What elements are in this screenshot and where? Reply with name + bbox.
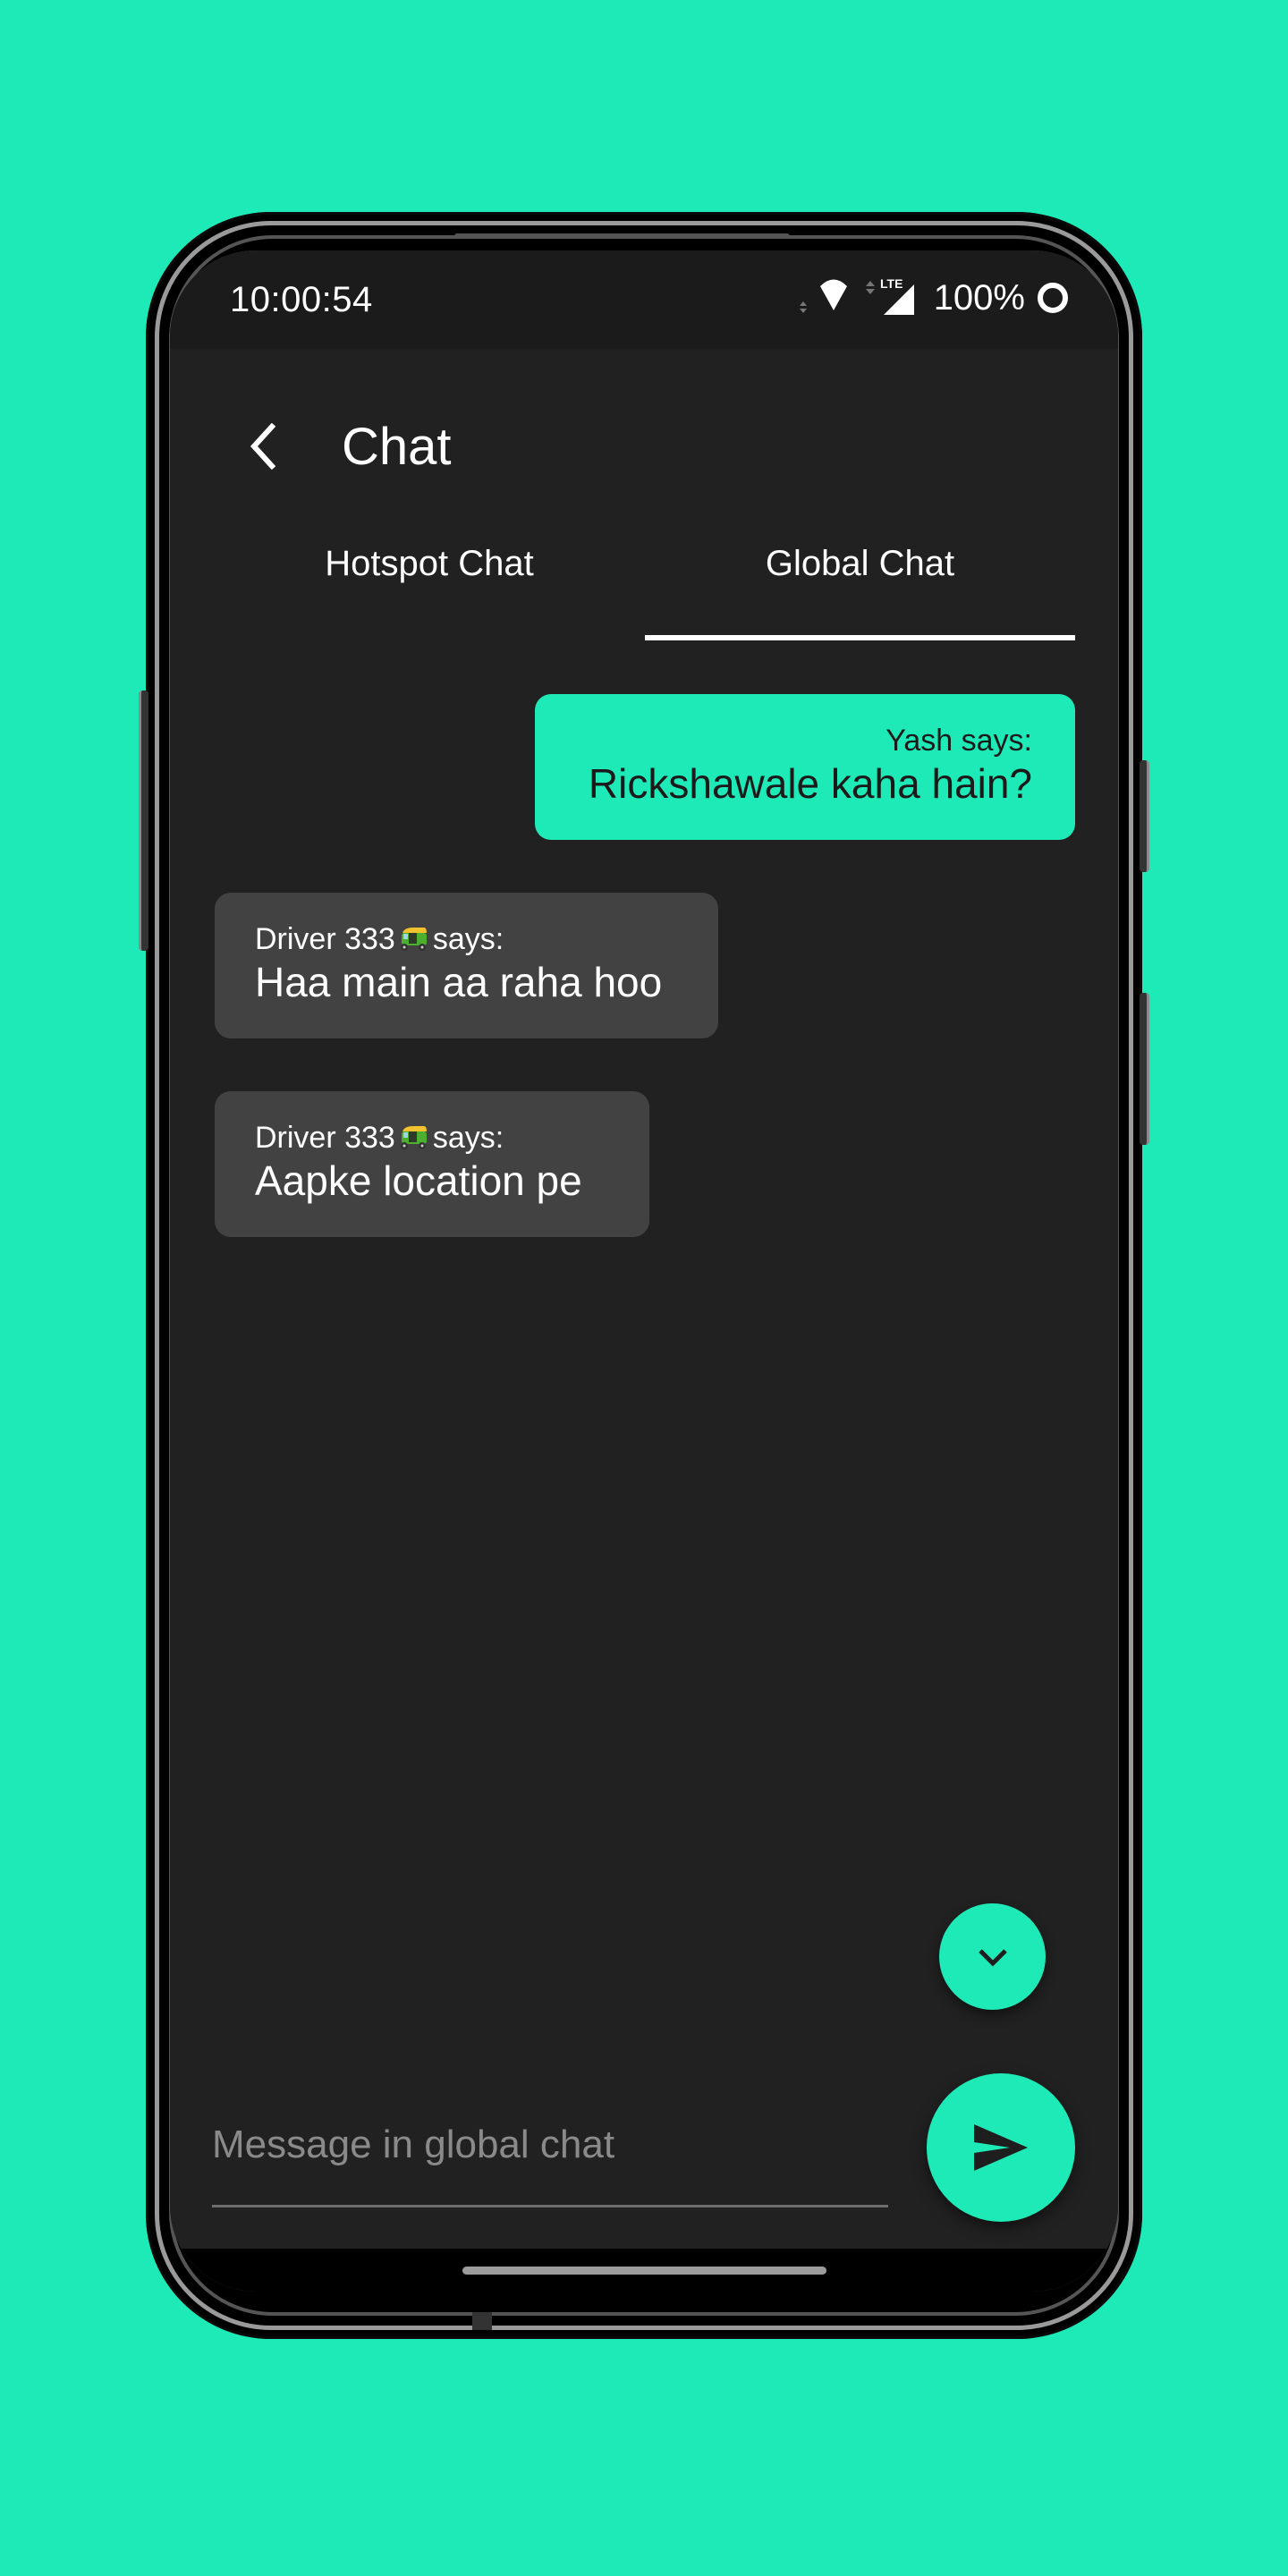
page-title: Chat [342,418,452,476]
screen: 10:00:54 LTE 100% Chat Hotspot Chat Glob… [170,250,1118,2292]
side-button [1140,993,1149,1145]
status-bar: 10:00:54 LTE 100% [170,250,1118,349]
earpiece [454,233,790,239]
system-nav-bar [170,2249,1118,2292]
auto-rickshaw-icon [400,928,427,951]
chevron-left-icon [250,423,276,470]
message-text: Aapke location pe [255,1157,582,1204]
says-label: says: [961,724,1032,758]
battery-percent: 100% [933,277,1025,318]
message-sender: Driver 333 says: [255,921,677,957]
says-label: says: [432,922,504,956]
message-sender: Yash says: [575,723,1032,758]
status-icons: LTE 100% [792,275,1068,320]
message-text: Haa main aa raha hoo [255,959,663,1005]
tab-label: Global Chat [765,544,955,583]
chevron-down-icon [978,1948,1007,1967]
power-button [1140,760,1149,872]
chat-tabs: Hotspot Chat Global Chat [170,544,1118,644]
cell-signal-icon: LTE [862,275,921,321]
svg-text:LTE: LTE [880,276,902,291]
tab-global-chat[interactable]: Global Chat [645,544,1075,644]
message-text: Rickshawale kaha hain? [588,760,1032,807]
send-icon [974,2124,1028,2171]
tab-hotspot-chat[interactable]: Hotspot Chat [215,544,644,644]
chat-screen: Chat Hotspot Chat Global Chat Yash says:… [170,349,1118,2249]
home-indicator[interactable] [462,2267,826,2275]
back-button[interactable] [242,419,284,474]
status-time: 10:00:54 [230,280,373,319]
message-bubble-outgoing: Yash says: Rickshawale kaha hain? [535,694,1075,840]
auto-rickshaw-icon [400,1126,427,1149]
volume-button [139,691,148,951]
scroll-to-bottom-button[interactable] [939,1903,1046,2010]
tab-selected-indicator [645,635,1075,640]
wifi-icon [792,275,850,321]
tab-label: Hotspot Chat [325,544,534,583]
message-sender: Driver 333 says: [255,1120,608,1156]
message-bubble-incoming: Driver 333 says: Aapke location pe [215,1091,649,1237]
sender-name: Driver 333 [255,922,395,956]
app-bar: Chat [170,349,1118,546]
message-bubble-incoming: Driver 333 says: Haa main aa raha hoo [215,893,718,1038]
antenna-line [472,2312,492,2330]
battery-ring-icon [1038,283,1068,313]
says-label: says: [432,1121,504,1155]
send-button[interactable] [927,2073,1075,2222]
sender-name: Yash [886,724,953,758]
sender-name: Driver 333 [255,1121,395,1155]
message-composer [212,2102,888,2207]
message-input[interactable] [212,2102,888,2207]
